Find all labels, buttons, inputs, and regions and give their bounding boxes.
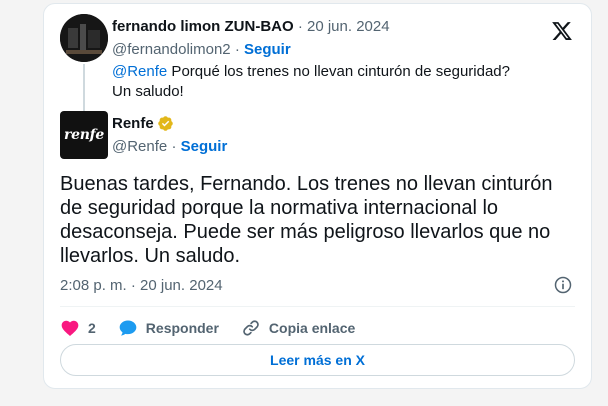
like-count: 2: [88, 320, 96, 336]
like-button[interactable]: 2: [60, 318, 96, 338]
quoted-author-handle[interactable]: @fernandolimon2: [112, 41, 231, 58]
author-handle[interactable]: @Renfe: [112, 138, 167, 155]
author-name[interactable]: Renfe: [112, 115, 154, 132]
quoted-author-avatar[interactable]: [60, 14, 108, 62]
speech-bubble-icon: [118, 318, 138, 338]
author-avatar[interactable]: renfe: [60, 111, 108, 159]
tweet-body: Buenas tardes, Fernando. Los trenes no l…: [60, 173, 553, 267]
info-icon[interactable]: [553, 275, 573, 295]
quoted-text-line1: Porqué los trenes no llevan cinturón de …: [167, 63, 510, 80]
quoted-handle-row: @fernandolimon2 · Seguir: [112, 41, 291, 58]
mention-link[interactable]: @Renfe: [112, 63, 167, 80]
embedded-tweet-card: fernando limon ZUN-BAO · 20 jun. 2024 @f…: [43, 3, 592, 389]
separator-dot: ·: [234, 41, 240, 58]
verified-badge-icon: [157, 115, 174, 132]
heart-icon: [60, 318, 80, 338]
copy-link-label: Copia enlace: [268, 320, 356, 336]
quoted-date[interactable]: · 20 jun. 2024: [298, 18, 390, 35]
author-handle-row: @Renfe · Seguir: [112, 138, 227, 155]
tweet-timestamp[interactable]: 2:08 p. m. · 20 jun. 2024: [60, 277, 223, 294]
follow-button[interactable]: Seguir: [181, 138, 228, 155]
quoted-author-row: fernando limon ZUN-BAO · 20 jun. 2024: [112, 18, 390, 35]
copy-link-button[interactable]: Copia enlace: [241, 318, 355, 338]
separator-dot: ·: [171, 138, 177, 155]
quoted-text-line2: Un saludo!: [112, 83, 184, 100]
divider: [60, 306, 575, 307]
link-icon: [241, 318, 261, 338]
avatar-logo-text: renfe: [64, 127, 104, 143]
read-more-button[interactable]: Leer más en X: [60, 344, 575, 376]
reply-label: Responder: [145, 320, 219, 336]
quoted-follow-button[interactable]: Seguir: [244, 41, 291, 58]
x-logo-icon[interactable]: [551, 20, 573, 42]
quoted-tweet-text: @Renfe Porqué los trenes no llevan cintu…: [112, 62, 552, 102]
author-name-row: Renfe: [112, 115, 174, 132]
thread-connector-line: [83, 64, 85, 112]
reply-button[interactable]: Responder: [118, 318, 219, 338]
quoted-author-name[interactable]: fernando limon ZUN-BAO: [112, 18, 294, 35]
action-bar: 2 Responder Copia enlace: [60, 315, 377, 341]
